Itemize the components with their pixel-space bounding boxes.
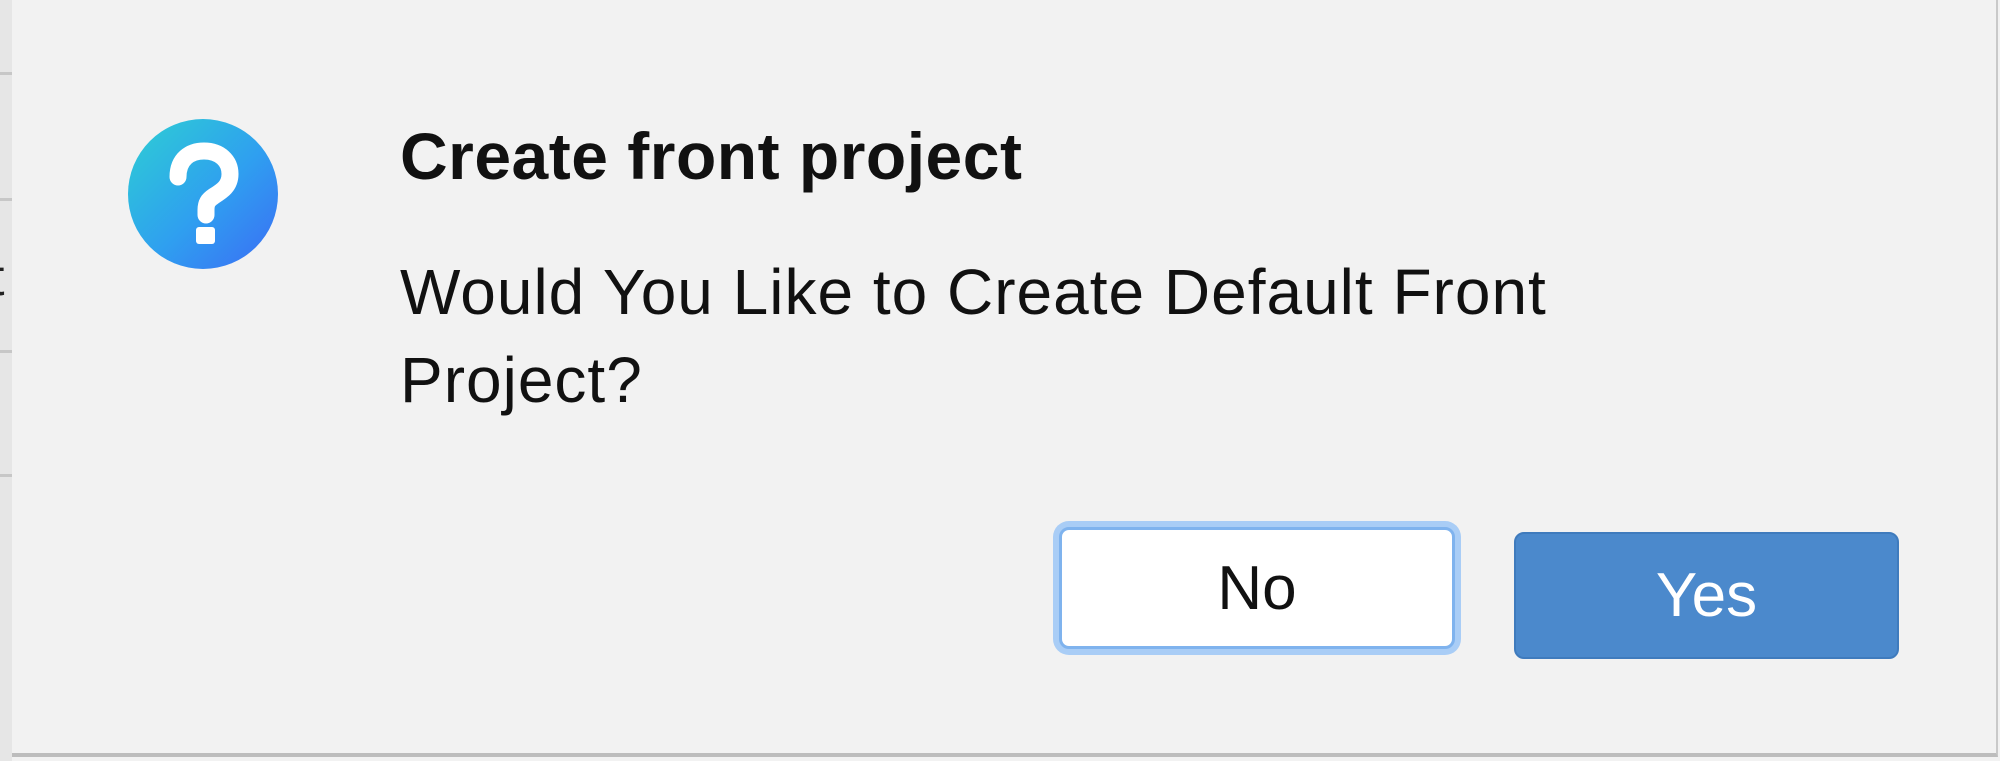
yes-button-label: Yes <box>1655 561 1758 630</box>
background-divider <box>0 198 12 201</box>
background-partial-text: t <box>0 252 4 304</box>
background-divider <box>0 72 12 75</box>
background-divider <box>0 474 12 477</box>
no-button[interactable]: No <box>1059 527 1455 649</box>
background-window-edge: t <box>0 0 12 761</box>
background-divider <box>0 350 12 353</box>
confirmation-dialog: Create front project Would You Like to C… <box>12 0 1998 757</box>
yes-button[interactable]: Yes <box>1514 532 1899 659</box>
question-icon <box>128 119 278 269</box>
no-button-label: No <box>1217 553 1297 623</box>
dialog-message: Would You Like to Create Default Front P… <box>400 256 1547 416</box>
dialog-title: Create front project <box>400 119 1023 193</box>
